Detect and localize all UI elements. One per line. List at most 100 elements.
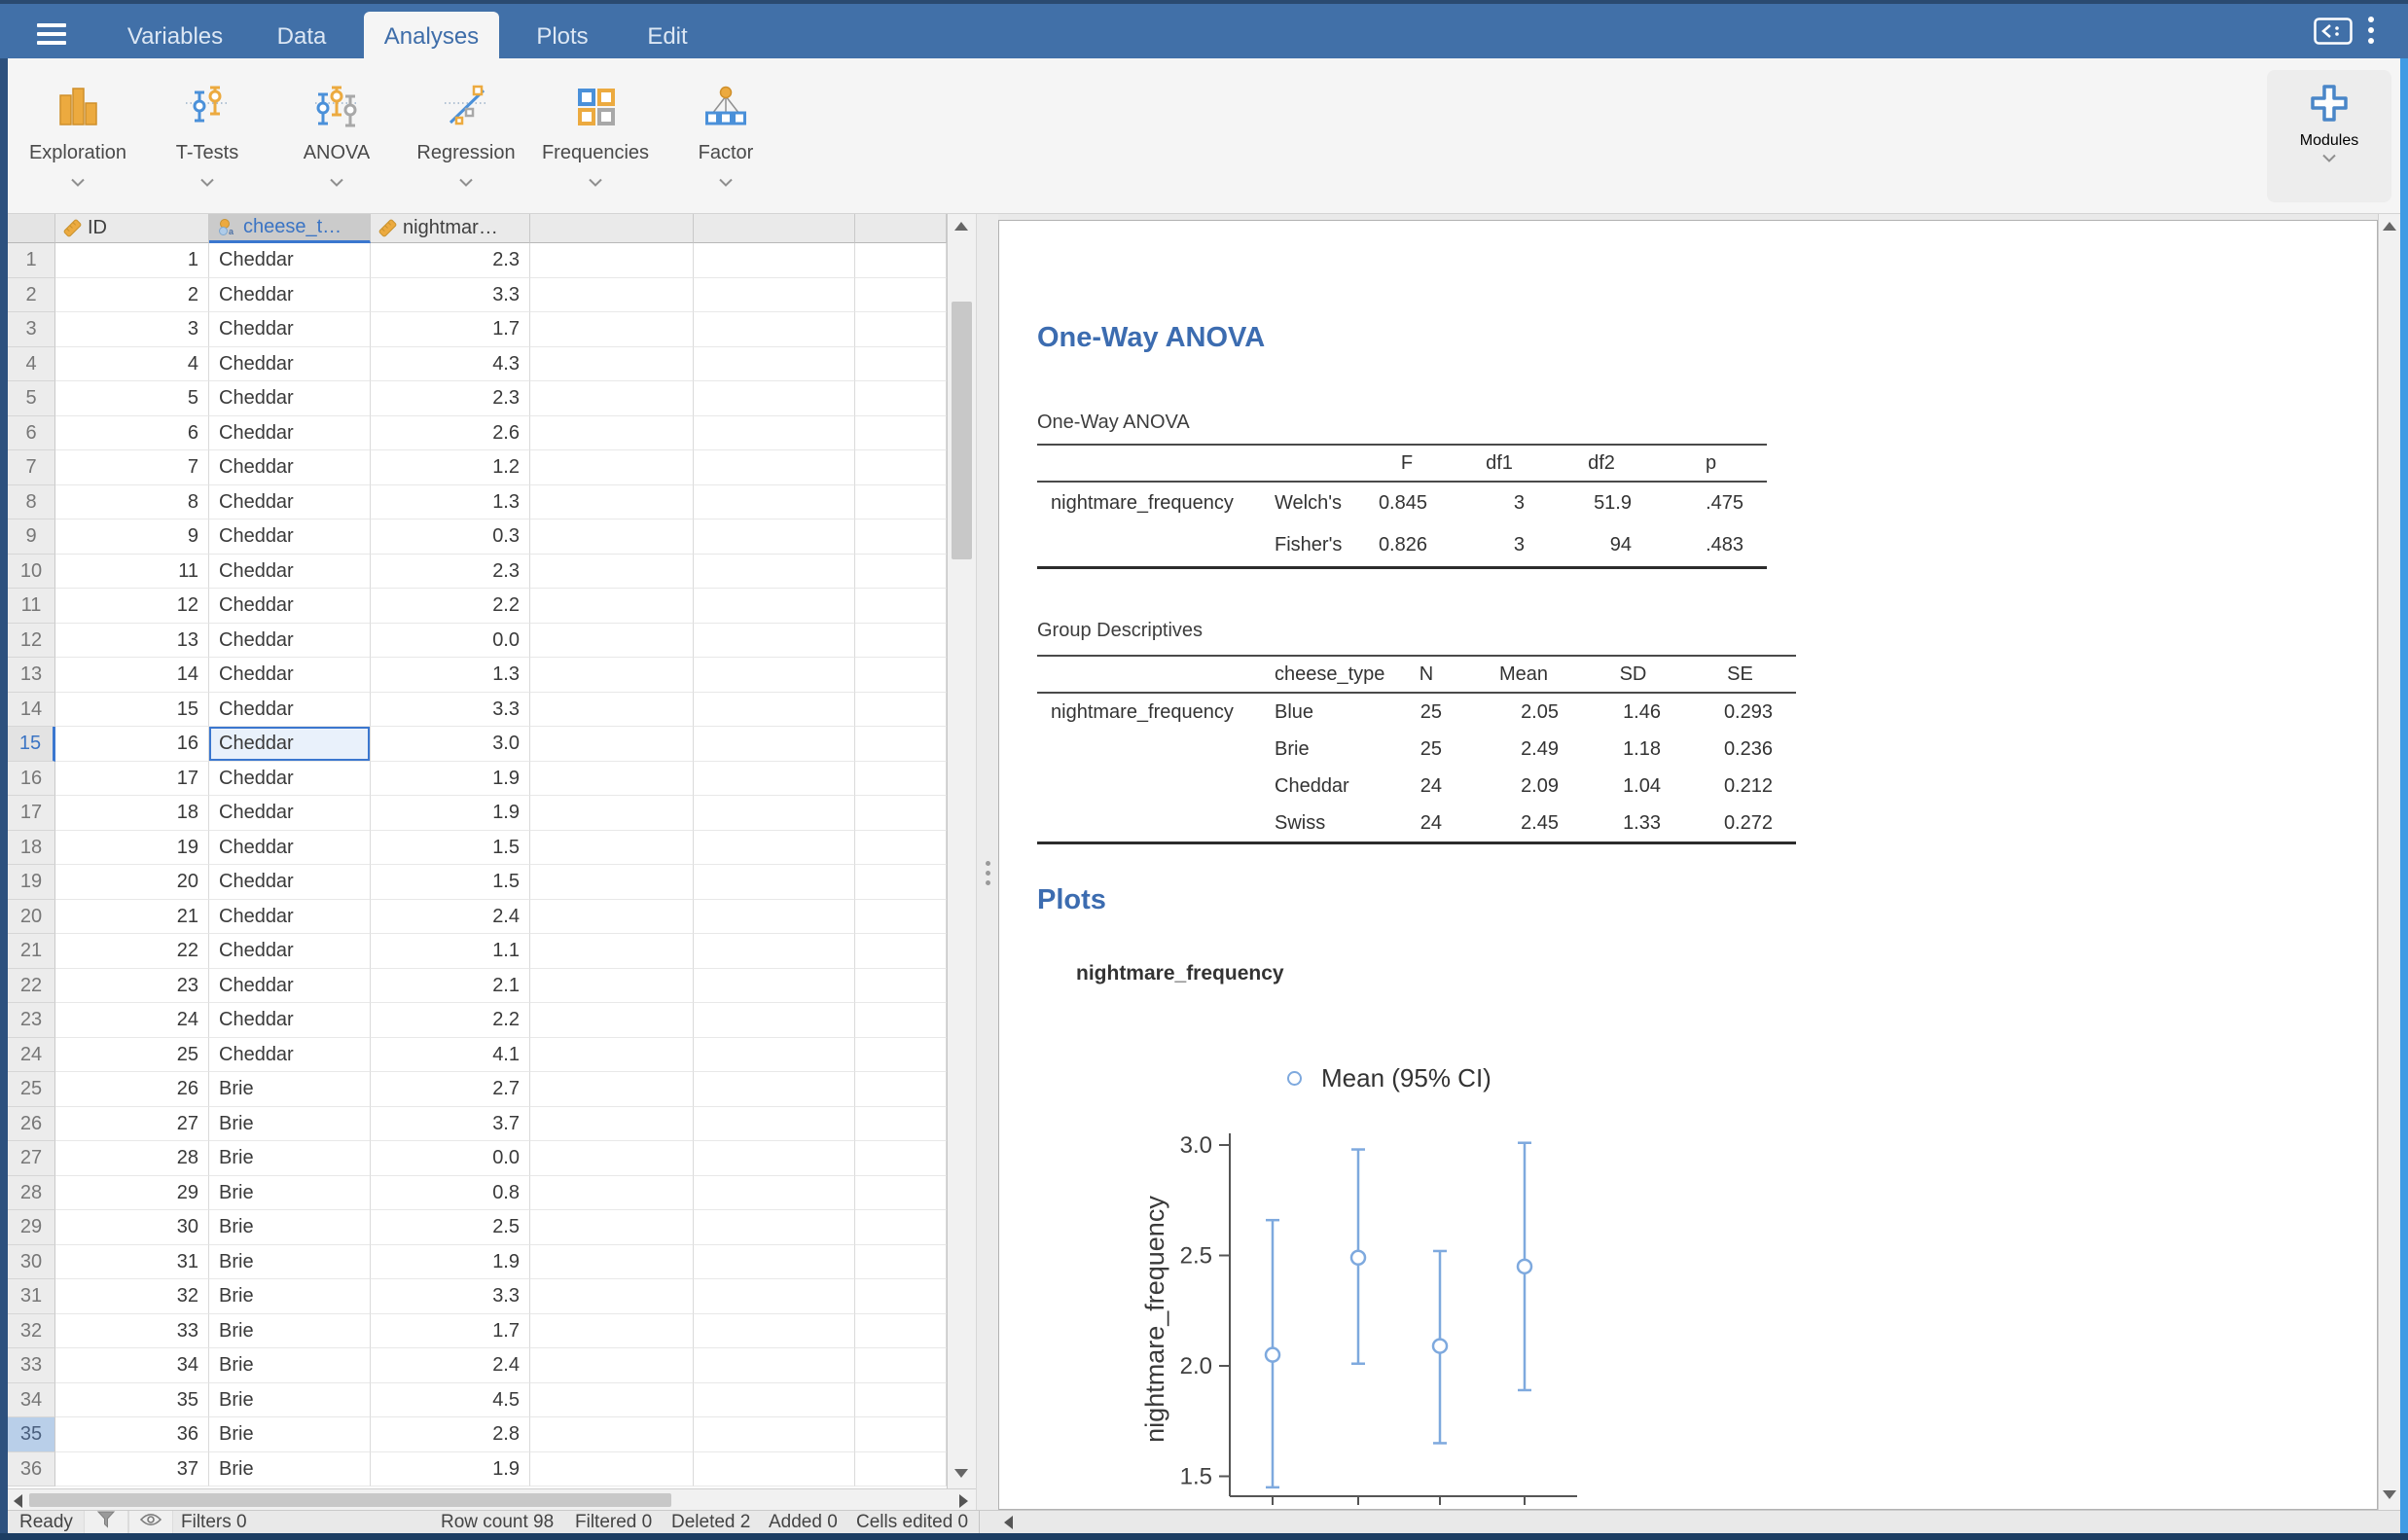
cell-cheese-type[interactable]: Cheddar (209, 381, 371, 416)
cell-empty[interactable] (530, 727, 694, 762)
cell-empty[interactable] (694, 278, 855, 312)
cell-nightmare-frequency[interactable]: 2.5 (371, 1210, 530, 1245)
cell-nightmare-frequency[interactable]: 2.3 (371, 555, 530, 589)
cell-empty[interactable] (530, 1245, 694, 1279)
regression-button[interactable]: Regression (410, 78, 522, 202)
cell-empty[interactable] (530, 278, 694, 312)
cell-empty[interactable] (694, 658, 855, 693)
cell-empty[interactable] (694, 693, 855, 727)
tab-edit[interactable]: Edit (619, 12, 716, 62)
cell-id[interactable]: 28 (55, 1141, 209, 1176)
cell-empty[interactable] (855, 1452, 947, 1486)
cell-cheese-type[interactable]: Cheddar (209, 312, 371, 347)
cell-empty[interactable] (855, 312, 947, 347)
cell-empty[interactable] (855, 1141, 947, 1176)
cell-nightmare-frequency[interactable]: 2.2 (371, 589, 530, 624)
cell-empty[interactable] (694, 934, 855, 969)
cell-id[interactable]: 7 (55, 450, 209, 485)
cell-nightmare-frequency[interactable]: 2.4 (371, 1348, 530, 1383)
cell-cheese-type[interactable]: Cheddar (209, 727, 371, 762)
cell-nightmare-frequency[interactable]: 1.9 (371, 796, 530, 831)
row-number[interactable]: 9 (8, 519, 55, 555)
cell-id[interactable]: 22 (55, 934, 209, 969)
cell-empty[interactable] (694, 1452, 855, 1486)
filter-visibility-button[interactable] (128, 1511, 173, 1533)
row-number[interactable]: 16 (8, 762, 55, 796)
cell-cheese-type[interactable]: Cheddar (209, 450, 371, 485)
cell-empty[interactable] (694, 1141, 855, 1176)
cell-id[interactable]: 12 (55, 589, 209, 624)
row-number[interactable]: 8 (8, 485, 55, 519)
cell-cheese-type[interactable]: Brie (209, 1072, 371, 1107)
menu-icon[interactable] (37, 23, 66, 45)
cell-empty[interactable] (855, 243, 947, 278)
cell-nightmare-frequency[interactable]: 1.9 (371, 762, 530, 796)
cell-empty[interactable] (694, 1279, 855, 1314)
sheet-vertical-scrollbar[interactable] (947, 214, 976, 1488)
cell-nightmare-frequency[interactable]: 1.1 (371, 934, 530, 969)
cell-empty[interactable] (855, 934, 947, 969)
syntax-mode-icon[interactable] (2314, 18, 2353, 45)
cell-empty[interactable] (530, 1383, 694, 1417)
row-number[interactable]: 25 (8, 1072, 55, 1107)
anova-button[interactable]: ANOVA (280, 78, 393, 202)
cell-id[interactable]: 3 (55, 312, 209, 347)
anova-heading[interactable]: One-Way ANOVA (1037, 322, 1265, 354)
cell-id[interactable]: 9 (55, 519, 209, 555)
cell-nightmare-frequency[interactable]: 4.5 (371, 1383, 530, 1417)
row-number[interactable]: 1 (8, 243, 55, 278)
row-number[interactable]: 18 (8, 831, 55, 865)
cell-cheese-type[interactable]: Cheddar (209, 900, 371, 934)
cell-empty[interactable] (530, 1141, 694, 1176)
frequencies-button[interactable]: Frequencies (539, 78, 652, 202)
cell-empty[interactable] (855, 1210, 947, 1245)
cell-id[interactable]: 33 (55, 1314, 209, 1348)
cell-empty[interactable] (530, 969, 694, 1003)
cell-empty[interactable] (530, 865, 694, 900)
cell-id[interactable]: 25 (55, 1038, 209, 1072)
cell-empty[interactable] (530, 381, 694, 416)
cell-empty[interactable] (855, 416, 947, 450)
row-number[interactable]: 10 (8, 555, 55, 589)
row-number[interactable]: 14 (8, 693, 55, 727)
sheet-horizontal-scrollbar[interactable] (8, 1488, 976, 1510)
sheet-hscroll-thumb[interactable] (29, 1493, 671, 1507)
cell-empty[interactable] (855, 693, 947, 727)
row-number[interactable]: 15 (8, 727, 55, 762)
cell-cheese-type[interactable]: Cheddar (209, 555, 371, 589)
cell-nightmare-frequency[interactable]: 2.8 (371, 1417, 530, 1452)
cell-empty[interactable] (530, 796, 694, 831)
cell-nightmare-frequency[interactable]: 3.3 (371, 693, 530, 727)
cell-cheese-type[interactable]: Cheddar (209, 278, 371, 312)
cell-empty[interactable] (530, 658, 694, 693)
cell-empty[interactable] (694, 1003, 855, 1038)
cell-empty[interactable] (855, 278, 947, 312)
cell-empty[interactable] (855, 1038, 947, 1072)
cell-nightmare-frequency[interactable]: 0.8 (371, 1176, 530, 1210)
cell-empty[interactable] (855, 624, 947, 658)
column-header-nightmar[interactable]: nightmar… (371, 214, 530, 243)
scroll-right-icon[interactable] (959, 1494, 968, 1508)
row-number[interactable]: 7 (8, 450, 55, 485)
cell-id[interactable]: 36 (55, 1417, 209, 1452)
cell-empty[interactable] (694, 762, 855, 796)
cell-empty[interactable] (530, 1038, 694, 1072)
cell-empty[interactable] (855, 1003, 947, 1038)
cell-cheese-type[interactable]: Cheddar (209, 831, 371, 865)
cell-empty[interactable] (530, 1348, 694, 1383)
cell-empty[interactable] (855, 381, 947, 416)
cell-cheese-type[interactable]: Cheddar (209, 347, 371, 381)
row-number[interactable]: 6 (8, 416, 55, 450)
column-header-empty[interactable] (855, 214, 947, 243)
cell-nightmare-frequency[interactable]: 2.2 (371, 1003, 530, 1038)
scroll-left-icon[interactable] (14, 1494, 22, 1508)
cell-id[interactable]: 30 (55, 1210, 209, 1245)
cell-id[interactable]: 37 (55, 1452, 209, 1486)
cell-empty[interactable] (694, 243, 855, 278)
row-number[interactable]: 31 (8, 1279, 55, 1314)
cell-empty[interactable] (694, 312, 855, 347)
cell-id[interactable]: 18 (55, 796, 209, 831)
cell-nightmare-frequency[interactable]: 1.9 (371, 1245, 530, 1279)
row-number[interactable]: 4 (8, 347, 55, 381)
cell-nightmare-frequency[interactable]: 3.7 (371, 1107, 530, 1141)
